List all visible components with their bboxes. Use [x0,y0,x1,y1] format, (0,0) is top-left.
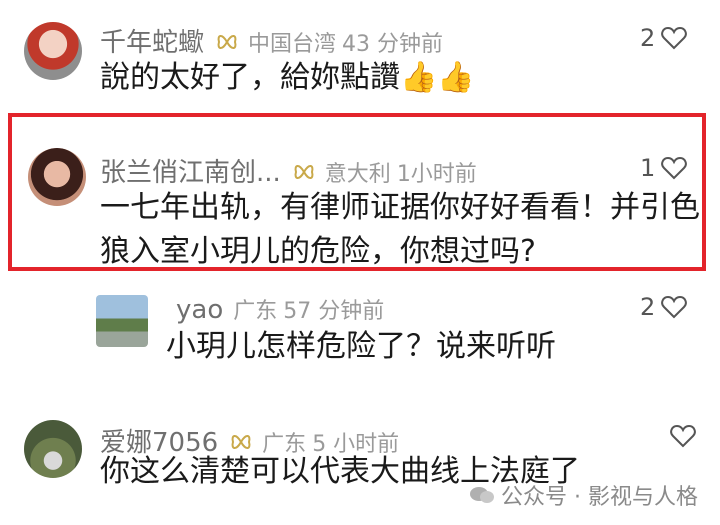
username[interactable]: yao [176,295,223,325]
comment-item: 千年蛇蠍 中国台湾 43 分钟前 說的太好了，給妳點讚👍👍 2 [0,0,720,110]
reply-item: yao 广东 57 分钟前 小玥儿怎样危险了？说来听听 2 [0,285,720,375]
like-button[interactable] [664,424,696,448]
watermark-text: 公众号 · 影视与人格 [501,485,698,510]
avatar[interactable] [24,22,82,80]
comment-text: 說的太好了，給妳點讚👍👍 [100,56,475,100]
avatar[interactable] [96,295,148,347]
location-label: 中国台湾 [248,32,337,57]
like-count: 2 [640,24,656,52]
like-button[interactable]: 2 [640,24,688,52]
heart-icon [670,424,696,448]
timestamp: 57 分钟前 [283,299,385,324]
comment-text: 小玥儿怎样危险了？说来听听 [166,325,556,369]
badge-icon [216,31,238,57]
thumbs-up-emoji: 👍👍 [400,60,475,95]
highlight-box [8,113,706,271]
wechat-icon [470,487,495,503]
watermark: 公众号 · 影视与人格 [469,479,698,511]
comment-line: 小玥儿怎样危险了？说来听听 [166,329,556,364]
heart-icon [661,26,688,50]
timestamp: 43 分钟前 [342,32,444,57]
like-count: 2 [640,293,656,321]
like-button[interactable]: 2 [640,293,688,321]
avatar[interactable] [24,420,82,478]
username[interactable]: 千年蛇蠍 [100,22,204,59]
heart-icon [661,295,688,319]
location-label: 广东 [233,299,278,324]
comment-line: 說的太好了，給妳點讚 [100,60,400,95]
